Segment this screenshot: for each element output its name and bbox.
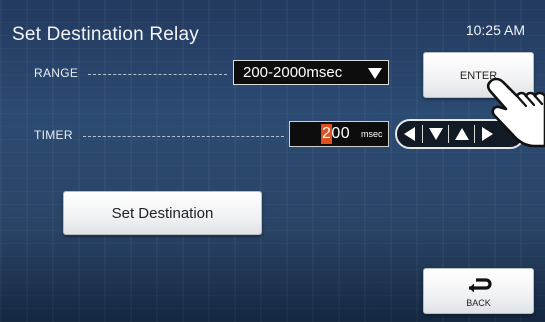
set-destination-button[interactable]: Set Destination — [63, 191, 262, 235]
triangle-down-icon — [368, 68, 382, 79]
timer-rest-digits: 00 — [331, 125, 351, 142]
range-dropdown[interactable]: 200-2000msec — [233, 60, 389, 85]
pointing-hand-icon — [486, 77, 545, 148]
arrow-down-icon — [428, 128, 443, 140]
timer-down-button[interactable] — [423, 121, 448, 147]
timer-leader-dashes — [83, 136, 284, 137]
back-button[interactable]: BACK — [423, 268, 534, 314]
back-arrow-icon — [469, 278, 492, 293]
arrow-left-icon — [404, 127, 415, 141]
range-value: 200-2000msec — [243, 64, 343, 81]
range-label: RANGE — [34, 66, 79, 80]
arrow-up-icon — [454, 128, 469, 140]
timer-up-button[interactable] — [449, 121, 474, 147]
timer-unit: msec — [361, 129, 383, 139]
timer-value-field[interactable]: 200 msec — [289, 121, 389, 147]
timer-highlighted-digit: 2 — [322, 125, 332, 142]
timer-label: TIMER — [34, 128, 73, 142]
timer-digits: 200 — [322, 124, 350, 144]
range-leader-dashes — [88, 74, 227, 75]
page-title: Set Destination Relay — [12, 24, 199, 45]
back-label: BACK — [466, 298, 491, 308]
timer-left-button[interactable] — [397, 121, 422, 147]
clock-time: 10:25 AM — [465, 22, 525, 38]
screen: Set Destination Relay 10:25 AM RANGE 200… — [0, 0, 545, 322]
